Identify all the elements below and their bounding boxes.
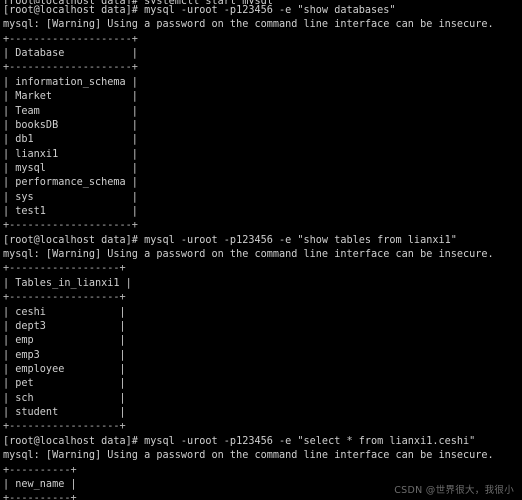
terminal-line-row: | Team | [3,105,138,117]
terminal-line-separator: +----------+ [3,464,77,476]
terminal-line-row: | pet | [3,378,126,390]
terminal-line-row: | emp3 | [3,349,126,361]
terminal-line-separator: +------------------+ [3,292,126,304]
terminal-line-header: | Database | [3,48,138,60]
csdn-watermark: CSDN @世界很大，我很小 [394,485,514,496]
terminal-line-row: | performance_schema | [3,177,138,189]
terminal-line-row: | emp | [3,335,126,347]
terminal-line-row: | sch | [3,392,126,404]
terminal-output: [root@localhost data]# systemctl start m… [0,0,522,500]
terminal-line-warning: mysql: [Warning] Using a password on the… [3,249,494,261]
terminal-line-warning: mysql: [Warning] Using a password on the… [3,19,494,31]
terminal-line-separator: +--------------------+ [3,62,138,74]
terminal-line-separator: +--------------------+ [3,33,138,45]
terminal-line-row: | student | [3,407,126,419]
terminal-line-warning: mysql: [Warning] Using a password on the… [3,450,494,462]
terminal-line-row: | dept3 | [3,320,126,332]
terminal-line-command: [root@localhost data]# mysql -uroot -p12… [3,234,457,246]
terminal-line-row: | db1 | [3,134,138,146]
terminal-line-row: | sys | [3,191,138,203]
terminal-line-row: | lianxi1 | [3,148,138,160]
terminal-line-row: | Market | [3,91,138,103]
terminal-line-separator: +------------------+ [3,263,126,275]
terminal-line-separator: +--------------------+ [3,220,138,232]
terminal-line-command: [root@localhost data]# mysql -uroot -p12… [3,435,476,447]
terminal-line-row: | information_schema | [3,76,138,88]
terminal-line-separator: +------------------+ [3,421,126,433]
terminal-line-row: | booksDB | [3,119,138,131]
terminal-line-row: | mysql | [3,162,138,174]
terminal-line-row: | employee | [3,363,126,375]
terminal-line-header: | Tables_in_lianxi1 | [3,277,132,289]
terminal-line-command: [root@localhost data]# mysql -uroot -p12… [3,5,396,16]
terminal-line-row: | test1 | [3,206,138,218]
terminal-window[interactable]: [root@localhost data]# systemctl start m… [0,0,522,500]
terminal-line-row: | ceshi | [3,306,126,318]
